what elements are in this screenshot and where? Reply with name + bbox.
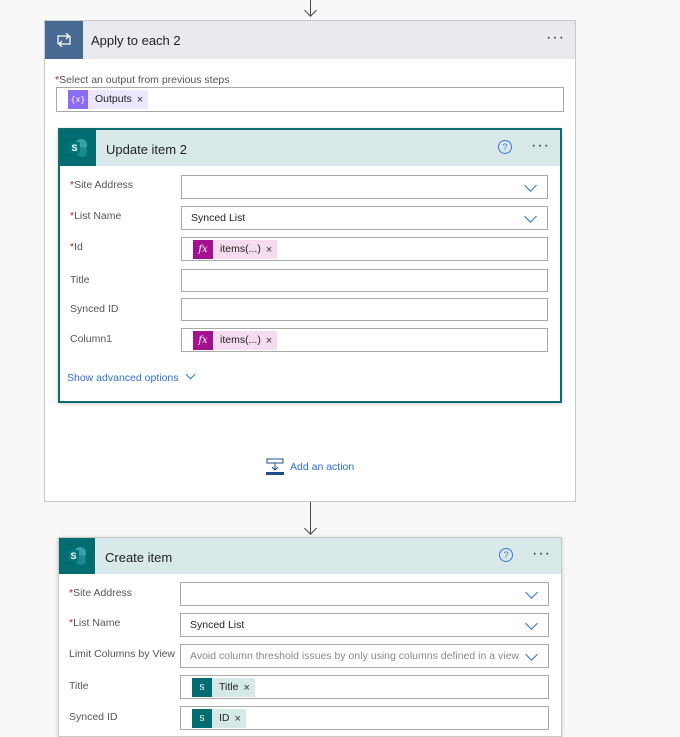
chevron-down-icon[interactable] xyxy=(524,179,537,192)
limit-columns-dropdown[interactable]: Avoid column threshold issues by only us… xyxy=(180,644,549,668)
token-label: ID xyxy=(219,712,230,724)
field-label: Title xyxy=(70,274,90,286)
apply-to-each-header[interactable]: Apply to each 2 ··· xyxy=(45,21,575,59)
sharepoint-icon: S xyxy=(192,709,212,728)
svg-text:S: S xyxy=(71,143,77,153)
token-label: items(...) xyxy=(220,243,261,255)
loop-icon xyxy=(45,21,83,59)
field-label: Limit Columns by View xyxy=(69,648,176,660)
sharepoint-icon: S xyxy=(192,678,212,697)
field-label: Id xyxy=(74,241,83,253)
select-output-input[interactable]: {x} Outputs × xyxy=(56,87,564,112)
id-input[interactable]: fx items(...) × xyxy=(181,237,548,261)
chevron-down-icon[interactable] xyxy=(525,617,538,630)
sharepoint-icon: S xyxy=(60,130,96,166)
variable-icon: {x} xyxy=(68,90,88,109)
chevron-down-icon[interactable] xyxy=(525,586,538,599)
remove-token-icon[interactable]: × xyxy=(266,244,277,256)
chevron-down-icon[interactable] xyxy=(524,210,537,223)
expression-token[interactable]: fx items(...) × xyxy=(193,240,278,259)
placeholder-text: Avoid column threshold issues by only us… xyxy=(190,650,519,662)
arrow-head-icon xyxy=(303,4,317,17)
token-label: Outputs xyxy=(95,93,132,105)
field-label: Synced ID xyxy=(69,711,118,723)
add-action-label: Add an action xyxy=(290,460,355,473)
more-options-icon[interactable]: ··· xyxy=(532,545,551,563)
add-action-icon xyxy=(266,458,284,475)
field-label: List Name xyxy=(74,210,122,222)
title-input[interactable] xyxy=(181,269,548,292)
field-label: Column1 xyxy=(70,333,113,345)
create-item-header[interactable]: S Create item ? ··· xyxy=(59,538,561,574)
synced-id-input[interactable] xyxy=(181,298,548,321)
remove-token-icon[interactable]: × xyxy=(235,713,246,725)
svg-text:S: S xyxy=(70,551,76,561)
update-item-card: S Update item 2 ? ··· xyxy=(58,128,562,403)
list-name-dropdown[interactable]: Synced List xyxy=(180,613,549,637)
column1-input[interactable]: fx items(...) × xyxy=(181,328,548,352)
dynamic-content-token[interactable]: S Title × xyxy=(192,678,255,697)
chevron-down-icon xyxy=(185,369,196,380)
add-an-action-button[interactable]: Add an action xyxy=(266,458,354,475)
update-item-header[interactable]: S Update item 2 ? ··· xyxy=(60,130,560,166)
more-options-icon[interactable]: ··· xyxy=(531,137,550,155)
remove-token-icon[interactable]: × xyxy=(266,335,277,347)
list-name-value: Synced List xyxy=(190,619,245,631)
chevron-down-icon[interactable] xyxy=(525,648,538,661)
list-name-value: Synced List xyxy=(191,212,246,224)
show-advanced-options-link[interactable]: Show advanced options xyxy=(67,369,196,384)
update-item-title: Update item 2 xyxy=(106,142,187,157)
sharepoint-icon: S xyxy=(59,538,95,574)
arrow-head-icon xyxy=(303,522,317,535)
select-output-label: Select an output from previous steps xyxy=(59,74,230,86)
field-label: Site Address xyxy=(73,587,133,599)
field-label: Title xyxy=(69,680,89,692)
fx-icon: fx xyxy=(193,331,213,350)
apply-to-each-title: Apply to each 2 xyxy=(91,33,181,48)
site-address-dropdown[interactable] xyxy=(180,582,549,606)
more-options-icon[interactable]: ··· xyxy=(546,29,565,47)
title-input[interactable]: S Title × xyxy=(180,675,549,699)
list-name-dropdown[interactable]: Synced List xyxy=(181,206,548,230)
token-label: Title xyxy=(219,681,239,693)
outputs-token[interactable]: {x} Outputs × xyxy=(68,90,149,109)
expression-token[interactable]: fx items(...) × xyxy=(193,331,278,350)
dynamic-content-token[interactable]: S ID × xyxy=(192,709,246,728)
field-label: List Name xyxy=(73,617,121,629)
synced-id-input[interactable]: S ID × xyxy=(180,706,549,730)
help-icon[interactable]: ? xyxy=(498,140,512,154)
token-label: items(...) xyxy=(220,334,261,346)
advanced-label: Show advanced options xyxy=(67,372,179,384)
fx-icon: fx xyxy=(193,240,213,259)
field-label: Synced ID xyxy=(70,303,119,315)
create-item-title: Create item xyxy=(105,550,173,565)
remove-token-icon[interactable]: × xyxy=(243,682,254,694)
field-label: Site Address xyxy=(74,179,134,191)
help-icon[interactable]: ? xyxy=(499,548,513,562)
remove-token-icon[interactable]: × xyxy=(137,94,148,106)
site-address-dropdown[interactable] xyxy=(181,175,548,199)
